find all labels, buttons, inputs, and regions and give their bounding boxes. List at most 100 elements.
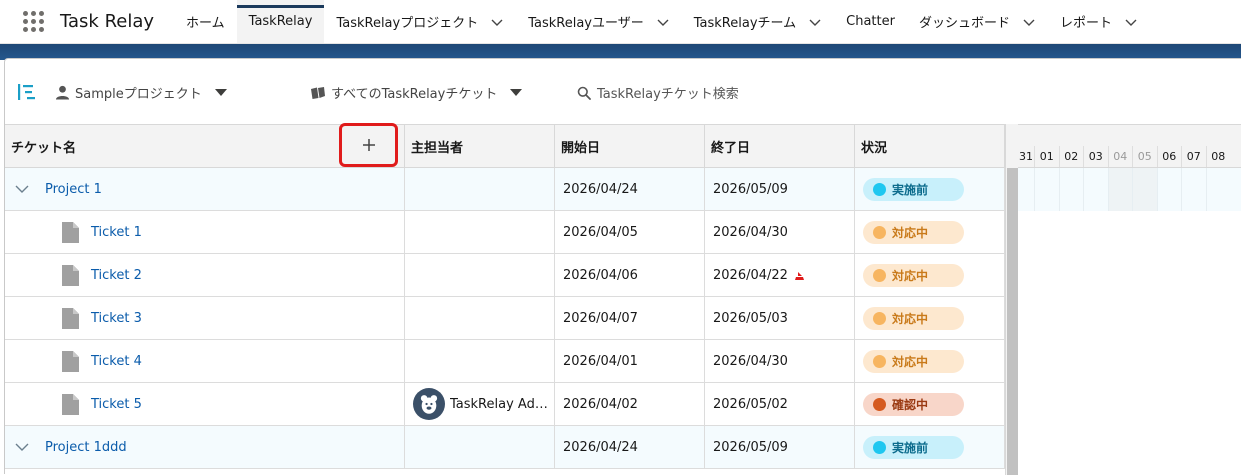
ticket-filter-selector[interactable]: すべてのTaskRelayチケット (310, 83, 523, 102)
start-date: 2026/04/05 (563, 224, 638, 240)
ticket-link[interactable]: Ticket 3 (91, 311, 142, 326)
status-cell[interactable]: 対応中 (855, 340, 1005, 382)
assignee-cell[interactable] (405, 297, 555, 339)
status-cell[interactable]: 対応中 (855, 254, 1005, 296)
project-row[interactable]: Project 1ddd 2026/04/24 2026/05/09 実施前 (5, 426, 1005, 469)
project-link[interactable]: Project 1ddd (45, 440, 127, 455)
end-date-cell[interactable]: 2026/05/09 (705, 168, 855, 210)
end-date-cell[interactable]: 2026/04/30 (705, 340, 855, 382)
column-header-name[interactable]: チケット名 (5, 123, 405, 167)
start-date-cell[interactable]: 2026/04/24 (555, 426, 705, 468)
ticket-row[interactable]: Ticket 2 2026/04/06 2026/04/22 対応中 (5, 254, 1005, 297)
start-date-cell[interactable]: 2026/04/06 (555, 254, 705, 296)
chevron-down-icon[interactable] (490, 15, 504, 29)
scrollbar-thumb[interactable] (1007, 168, 1018, 475)
status-badge[interactable]: 対応中 (863, 263, 964, 287)
timeline-day: 06 (1156, 146, 1182, 167)
end-date-cell[interactable]: 2026/05/02 (705, 383, 855, 425)
assignee-cell[interactable] (405, 254, 555, 296)
nav-item-label: TaskRelayプロジェクト (336, 16, 479, 31)
ticket-name-cell: Ticket 1 (5, 211, 405, 253)
end-date-cell[interactable]: 2026/05/09 (705, 426, 855, 468)
add-ticket-button[interactable] (339, 123, 398, 167)
ticket-link[interactable]: Ticket 4 (91, 354, 142, 369)
ticket-row[interactable]: Ticket 3 2026/04/07 2026/05/03 対応中 (5, 297, 1005, 340)
status-cell[interactable]: 対応中 (855, 211, 1005, 253)
column-header-end-date[interactable]: 終了日 (705, 125, 855, 167)
start-date-cell[interactable]: 2026/04/02 (555, 383, 705, 425)
status-badge[interactable]: 対応中 (863, 349, 964, 373)
timeline-day: 01 (1034, 146, 1059, 167)
nav-item[interactable]: TaskRelayチーム (682, 0, 834, 43)
ticket-row[interactable]: Ticket 4 2026/04/01 2026/04/30 対応中 (5, 340, 1005, 383)
assignee-cell[interactable] (405, 340, 555, 382)
ticket-name-cell: Project 1ddd (5, 426, 405, 468)
ticket-link[interactable]: Ticket 5 (91, 397, 142, 412)
status-cell[interactable]: 対応中 (855, 297, 1005, 339)
end-date-cell[interactable]: 2026/05/03 (705, 297, 855, 339)
status-badge[interactable]: 実施前 (863, 177, 964, 201)
column-header-status[interactable]: 状況 (855, 125, 1005, 167)
ticket-row[interactable]: Ticket 1 2026/04/05 2026/04/30 対応中 (5, 211, 1005, 254)
ticket-link[interactable]: Ticket 1 (91, 225, 142, 240)
nav-item[interactable]: Chatter (834, 0, 907, 43)
start-date-cell[interactable]: 2026/04/24 (555, 168, 705, 210)
nav-item[interactable]: TaskRelayプロジェクト (324, 0, 516, 43)
nav-item[interactable]: TaskRelay (236, 0, 325, 43)
assignee-cell[interactable] (405, 426, 555, 468)
status-badge[interactable]: 対応中 (863, 306, 964, 330)
chevron-down-icon[interactable] (15, 440, 29, 454)
column-header-start-date[interactable]: 開始日 (555, 125, 705, 167)
project-selector[interactable]: Sampleプロジェクト (55, 83, 227, 102)
chevron-down-icon[interactable] (15, 182, 29, 196)
user-icon (55, 85, 70, 100)
end-date-cell[interactable]: 2026/04/30 (705, 211, 855, 253)
status-badge[interactable]: 実施前 (863, 435, 964, 459)
nav-item[interactable]: レポート (1048, 0, 1150, 43)
nav-item[interactable]: TaskRelayユーザー (516, 0, 682, 43)
start-date: 2026/04/24 (563, 439, 638, 455)
status-badge[interactable]: 確認中 (863, 392, 964, 416)
status-cell[interactable]: 実施前 (855, 168, 1005, 210)
assignee-cell[interactable] (405, 211, 555, 253)
timeline-cell[interactable] (1034, 168, 1059, 211)
file-icon (62, 350, 79, 372)
timeline-cell[interactable] (1107, 168, 1132, 211)
assignee-cell[interactable]: TaskRelay Adm... (405, 383, 555, 425)
chevron-down-icon[interactable] (1124, 15, 1138, 29)
end-date: 2026/04/30 (713, 353, 788, 369)
timeline-cell[interactable] (1083, 168, 1108, 211)
status-cell[interactable]: 実施前 (855, 426, 1005, 468)
project-link[interactable]: Project 1 (45, 182, 102, 197)
ticket-link[interactable]: Ticket 2 (91, 268, 142, 283)
column-header-assignee[interactable]: 主担当者 (405, 125, 555, 167)
timeline-cell[interactable] (1156, 168, 1182, 211)
end-date-cell[interactable]: 2026/04/22 (705, 254, 855, 296)
avatar[interactable] (413, 388, 445, 420)
start-date-cell[interactable]: 2026/04/07 (555, 297, 705, 339)
ticket-search[interactable]: TaskRelayチケット検索 (577, 83, 739, 102)
status-badge[interactable]: 対応中 (863, 220, 964, 244)
start-date-cell[interactable]: 2026/04/05 (555, 211, 705, 253)
pane-splitter[interactable] (1005, 124, 1018, 475)
chevron-down-icon[interactable] (1022, 15, 1036, 29)
timeline-cell[interactable] (1058, 168, 1084, 211)
timeline-cell[interactable] (1132, 168, 1157, 211)
ticket-row[interactable]: Ticket 5 TaskRelay Adm... 2026/04/02 2026/0… (5, 383, 1005, 426)
nav-item[interactable]: ホーム (174, 0, 237, 43)
timeline-cell[interactable] (1205, 168, 1231, 211)
gantt-timeline: 31 01 02 03 04 05 06 07 08 (1018, 124, 1241, 475)
assignee-cell[interactable] (405, 168, 555, 210)
assignee-name[interactable]: TaskRelay Adm... (450, 397, 548, 412)
app-launcher-button[interactable] (0, 0, 46, 43)
status-cell[interactable]: 確認中 (855, 383, 1005, 425)
nav-item[interactable]: ダッシュボード (907, 0, 1048, 43)
chevron-down-icon[interactable] (808, 15, 822, 29)
gantt-view-icon[interactable] (17, 83, 37, 101)
chevron-down-icon[interactable] (656, 15, 670, 29)
timeline-cell[interactable] (1018, 168, 1034, 211)
nav-item-label: Chatter (846, 14, 895, 29)
timeline-cell[interactable] (1181, 168, 1206, 211)
project-row[interactable]: Project 1 2026/04/24 2026/05/09 実施前 (5, 168, 1005, 211)
start-date-cell[interactable]: 2026/04/01 (555, 340, 705, 382)
